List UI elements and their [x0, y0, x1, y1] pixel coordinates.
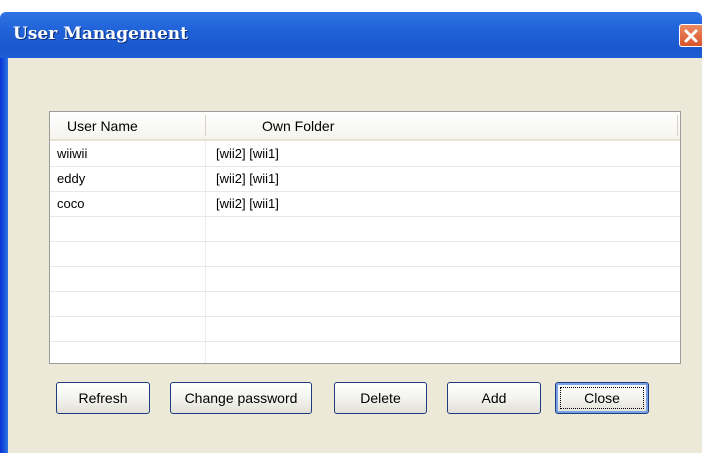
- window-border-left: [0, 58, 8, 453]
- cell-user-name: eddy: [57, 171, 86, 186]
- add-button[interactable]: Add: [447, 382, 541, 414]
- close-icon: [684, 29, 698, 43]
- cell-own-folder: [wii2] [wii1]: [216, 146, 279, 161]
- table-row-empty: [50, 217, 680, 242]
- title-bar[interactable]: User Management: [0, 12, 702, 58]
- user-table[interactable]: User Name Own Folder wiiwii [wii2] [wii1…: [49, 111, 681, 364]
- delete-button[interactable]: Delete: [334, 382, 427, 414]
- column-header-own-folder[interactable]: Own Folder: [262, 118, 334, 134]
- table-row-empty: [50, 242, 680, 267]
- change-password-button[interactable]: Change password: [170, 382, 312, 414]
- window-close-button[interactable]: [679, 24, 702, 47]
- refresh-button[interactable]: Refresh: [56, 382, 150, 414]
- table-row-empty: [50, 342, 680, 363]
- cell-own-folder: [wii2] [wii1]: [216, 196, 279, 211]
- focus-ring: [560, 387, 644, 409]
- cell-user-name: coco: [57, 196, 85, 211]
- table-row[interactable]: eddy [wii2] [wii1]: [50, 167, 680, 192]
- column-header-user-name[interactable]: User Name: [67, 118, 138, 134]
- table-row[interactable]: coco [wii2] [wii1]: [50, 192, 680, 217]
- cell-own-folder: [wii2] [wii1]: [216, 171, 279, 186]
- close-button[interactable]: Close: [555, 382, 649, 414]
- table-row-empty: [50, 317, 680, 342]
- column-separator[interactable]: [205, 115, 206, 136]
- table-header: User Name Own Folder: [50, 112, 680, 141]
- cell-user-name: wiiwii: [57, 146, 88, 161]
- table-row-empty: [50, 267, 680, 292]
- table-row-empty: [50, 292, 680, 317]
- table-row[interactable]: wiiwii [wii2] [wii1]: [50, 142, 680, 167]
- window-title: User Management: [13, 24, 189, 44]
- column-separator[interactable]: [677, 115, 678, 136]
